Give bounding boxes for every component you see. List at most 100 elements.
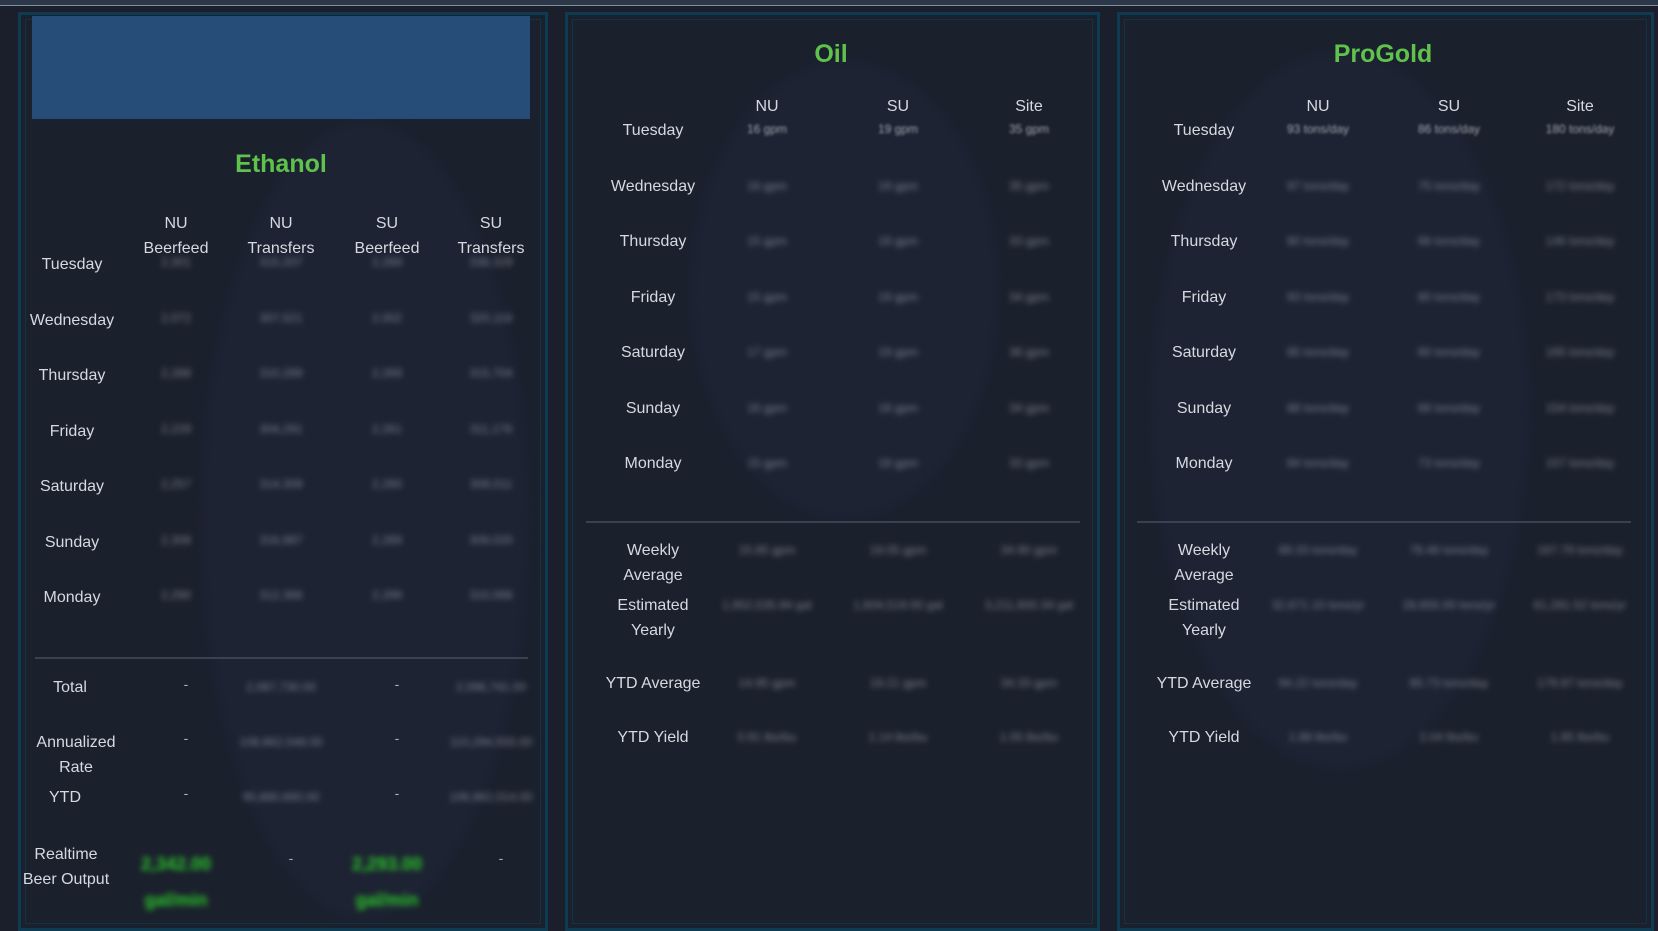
row-label-summary: Annualized Rate	[36, 734, 116, 776]
progold-table-cell: 172 tons/day	[1545, 178, 1615, 193]
row-label-day: Sunday	[44, 533, 100, 551]
oil-row-label-summary: YTD Average	[605, 675, 701, 692]
progold-row-label-summary: Weekly Average	[1174, 542, 1234, 584]
row-label-day: Thursday	[38, 367, 106, 384]
row-label-day: Monday	[43, 589, 101, 606]
progold-row-label-day: Sunday	[1176, 399, 1232, 417]
section-divider	[35, 657, 528, 659]
oil-table-cell: 3,211,600.34 gal	[984, 598, 1074, 612]
progold-row-label-day: Monday	[1175, 455, 1233, 472]
progold-column-subheader: 180 tons/day	[1545, 122, 1615, 136]
oil-row-label-summary: Weekly Average	[623, 542, 683, 584]
oil-table-cell: 17 gpm	[746, 345, 788, 359]
oil-column-subheader: 16 gpm	[746, 122, 788, 136]
oil-column-subheader: 19 gpm	[877, 122, 919, 136]
oil-row-label-day: Monday	[624, 455, 682, 472]
row-label-summary: YTD	[49, 789, 81, 806]
progold-table-cell: 80 tons/day	[1417, 289, 1481, 304]
progold-table-cell: 157 tons/day	[1545, 456, 1615, 470]
oil-table-cell: 15 gpm	[746, 456, 788, 470]
oil-table-cell: 16 gpm	[746, 400, 788, 415]
table-cell: 2,096,741.00	[455, 680, 527, 694]
oil-table-cell: 1.14 lbs/bu	[868, 730, 928, 744]
progold-table-cell: 80 tons/day	[1417, 345, 1481, 359]
header-banner	[32, 16, 530, 119]
progold-table-cell: 89.33 tons/day	[1278, 543, 1358, 557]
progold-column-subheader: 93 tons/day	[1286, 122, 1350, 136]
progold-table-cell: 94.22 tons/day	[1278, 676, 1358, 690]
progold-table-cell: 85 tons/day	[1286, 345, 1350, 359]
oil-table-cell: 15 gpm	[746, 289, 788, 304]
progold-table-cell: 165 tons/day	[1545, 345, 1615, 359]
oil-table-cell: 19 gpm	[877, 178, 919, 193]
oil-row-label-day: Wednesday	[610, 177, 696, 195]
progold-table-cell: 2.04 lbs/bu	[1419, 730, 1479, 744]
progold-table-cell: 32,671.10 tons/yr	[1271, 598, 1365, 612]
progold-row-label-summary: YTD Yield	[1168, 729, 1240, 746]
oil-row-label-day: Thursday	[619, 233, 687, 250]
oil-table-cell: 18 gpm	[877, 400, 919, 415]
progold-column-header: NU	[1306, 98, 1330, 115]
column-header: SU	[375, 215, 399, 232]
oil-title: Oil	[814, 40, 848, 68]
oil-row-label-day: Tuesday	[622, 122, 684, 139]
oil-table-cell: 16 gpm	[746, 178, 788, 193]
oil-row-label-day: Saturday	[620, 344, 686, 361]
progold-table-cell: 78.48 tons/day	[1409, 543, 1489, 557]
oil-column-subheader: 35 gpm	[1008, 122, 1050, 136]
table-dash: -	[498, 850, 504, 866]
realtime-value: 2,342.00 gal/min	[140, 854, 212, 910]
oil-table-cell: 34 gpm	[1008, 289, 1050, 304]
oil-row-label-day: Friday	[630, 288, 676, 306]
column-header: NU	[164, 215, 188, 232]
progold-table-cell: 167.79 tons/day	[1537, 543, 1623, 557]
progold-table-cell: 1.95 lbs/bu	[1550, 730, 1610, 744]
oil-table-cell: 18 gpm	[877, 234, 919, 248]
oil-table-cell: 19 gpm	[877, 289, 919, 304]
oil-table-cell: 1.05 lbs/bu	[999, 730, 1059, 744]
progold-row-label-summary: YTD Average	[1156, 675, 1252, 692]
oil-table-cell: 33 gpm	[1008, 456, 1050, 470]
oil-row-label-summary: YTD Yield	[617, 729, 689, 746]
progold-table-cell: 66 tons/day	[1417, 400, 1481, 415]
row-label-realtime: Realtime Beer Output	[22, 846, 110, 888]
oil-table-cell: 1,952,535.94 gal	[722, 598, 812, 612]
ethanol-title: Ethanol	[235, 150, 327, 178]
progold-table-cell: 154 tons/day	[1545, 400, 1615, 415]
progold-column-subheader: 86 tons/day	[1417, 122, 1481, 136]
table-dash: -	[394, 676, 400, 692]
progold-table-cell: 146 tons/day	[1545, 234, 1615, 248]
column-header: SU	[479, 215, 503, 232]
progold-column-header: SU	[1437, 98, 1461, 115]
table-dash: -	[288, 850, 294, 866]
table-cell: 95,880,660.00	[242, 790, 320, 804]
progold-row-label-day: Wednesday	[1161, 177, 1247, 195]
oil-table-cell: 1,604,519.00 gal	[853, 598, 943, 612]
table-dash: -	[394, 785, 400, 801]
window-top-bar	[0, 0, 1658, 6]
progold-row-label-day: Saturday	[1171, 344, 1237, 361]
oil-table-cell: 35 gpm	[1008, 178, 1050, 193]
progold-table-cell: 80 tons/day	[1286, 234, 1350, 248]
table-dash: -	[394, 730, 400, 746]
table-cell: 110,294,555.00	[449, 735, 533, 749]
oil-table-cell: 14.95 gpm	[738, 676, 796, 690]
progold-table-cell: 173 tons/day	[1545, 289, 1615, 304]
oil-table-cell: 15 gpm	[746, 234, 788, 248]
oil-table-cell: 19.05 gpm	[869, 543, 927, 557]
oil-table-cell: 0.91 lbs/bu	[737, 730, 797, 744]
row-label-day: Saturday	[39, 478, 105, 495]
progold-table-cell: 28,655.00 tons/yr	[1402, 598, 1496, 612]
table-cell: 310,066	[469, 588, 513, 602]
progold-table-cell: 75 tons/day	[1417, 178, 1481, 193]
table-cell: 309,020	[469, 532, 513, 547]
oil-table-cell: 34 gpm	[1008, 400, 1050, 415]
progold-title: ProGold	[1333, 40, 1433, 68]
progold-table-cell: 1.88 lbs/bu	[1288, 730, 1348, 744]
oil-table-cell: 33 gpm	[1008, 234, 1050, 248]
progold-table-cell: 88 tons/day	[1286, 400, 1350, 415]
table-cell: 308,011	[469, 477, 513, 491]
column-header: NU	[269, 215, 293, 232]
progold-table-cell: 179.97 tons/day	[1537, 676, 1623, 690]
table-cell: 338,329	[469, 255, 513, 269]
